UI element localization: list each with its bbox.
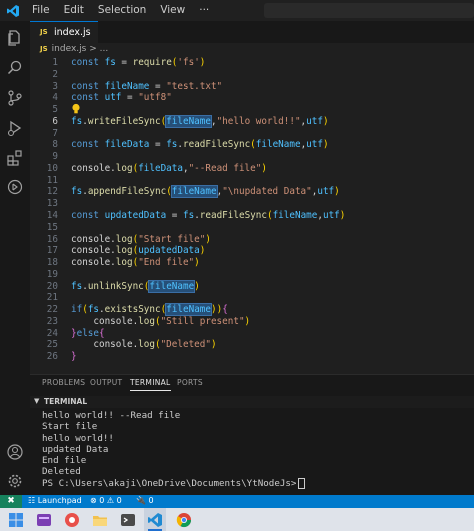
- extensions-icon[interactable]: [6, 149, 24, 167]
- terminal-line: Deleted: [42, 466, 81, 478]
- source-control-icon[interactable]: [6, 89, 24, 107]
- search-icon[interactable]: [6, 59, 24, 77]
- status-bar: ✖ ☷ Launchpad ⊗ 0 ⚠ 0 🔌 0: [0, 495, 474, 508]
- breadcrumb-symbols[interactable]: ...: [100, 44, 109, 54]
- code-line[interactable]: 26}: [30, 349, 474, 365]
- terminal-line: updated Data: [42, 443, 109, 455]
- onenote-app-icon[interactable]: [36, 512, 52, 528]
- line-number[interactable]: 26: [30, 349, 58, 365]
- vscode-app-icon[interactable]: [147, 512, 163, 528]
- code-text[interactable]: }: [71, 349, 77, 365]
- start-menu-icon[interactable]: [8, 512, 24, 528]
- menu-selection[interactable]: Selection: [98, 4, 146, 16]
- menu-more[interactable]: ···: [199, 4, 209, 16]
- warning-count: 0: [116, 496, 122, 505]
- command-center[interactable]: [264, 3, 474, 18]
- breadcrumb[interactable]: JS index.js > ...: [40, 44, 108, 54]
- tab-output[interactable]: OUTPUT: [90, 378, 122, 387]
- terminal-line: Start file: [42, 421, 98, 433]
- bottom-panel: PROBLEMS OUTPUT TERMINAL PORTS ▼ TERMINA…: [30, 374, 474, 495]
- remote-explorer-icon[interactable]: [6, 178, 24, 196]
- chrome-app-icon[interactable]: [176, 512, 192, 528]
- vscode-logo-icon: [7, 5, 19, 17]
- js-file-icon: JS: [40, 45, 48, 53]
- explorer-icon[interactable]: [6, 29, 24, 47]
- activity-bar: [0, 21, 30, 495]
- launchpad-label: Launchpad: [37, 496, 82, 505]
- settings-gear-icon[interactable]: [6, 472, 24, 490]
- terminal-output[interactable]: hello world!! --Read file Start file hello…: [42, 410, 306, 489]
- lightbulb-icon[interactable]: [71, 103, 81, 115]
- title-bar: File Edit Selection View ···: [0, 0, 474, 21]
- launchpad-status[interactable]: ☷ Launchpad: [28, 496, 82, 505]
- menu-view[interactable]: View: [160, 4, 185, 16]
- problems-status[interactable]: ⊗ 0 ⚠ 0: [90, 496, 122, 505]
- terminal-app-icon[interactable]: [120, 512, 136, 528]
- terminal-line: hello world!! --Read file: [42, 410, 181, 421]
- breadcrumb-file[interactable]: index.js: [52, 44, 87, 54]
- os-taskbar: [0, 508, 474, 531]
- tab-terminal[interactable]: TERMINAL: [130, 378, 171, 391]
- tab-ports[interactable]: PORTS: [177, 378, 203, 387]
- file-explorer-app-icon[interactable]: [92, 512, 108, 528]
- terminal-line: hello world!!: [42, 432, 114, 444]
- editor-area: JS index.js JS index.js > ... 1 const fs =…: [30, 21, 474, 374]
- account-icon[interactable]: [6, 443, 24, 461]
- terminal-section-title: TERMINAL: [44, 397, 88, 406]
- tab-index-js[interactable]: JS index.js: [30, 21, 98, 43]
- tab-label: index.js: [54, 27, 91, 38]
- menu-file[interactable]: File: [32, 4, 50, 16]
- editor-tab-bar: JS index.js: [30, 21, 474, 43]
- menu-edit[interactable]: Edit: [64, 4, 84, 16]
- js-file-icon: JS: [40, 28, 48, 36]
- chrome-canary-app-icon[interactable]: [64, 512, 80, 528]
- remote-indicator-icon[interactable]: ✖: [0, 495, 22, 508]
- terminal-line: End file: [42, 455, 87, 467]
- error-count: 0: [99, 496, 105, 505]
- run-debug-icon[interactable]: [6, 119, 24, 137]
- terminal-prompt: PS C:\Users\akaji\OneDrive\Documents\YtN…: [42, 477, 306, 489]
- terminal-section-header[interactable]: ▼ TERMINAL: [30, 396, 474, 408]
- ports-count: 0: [148, 496, 154, 505]
- ports-status[interactable]: 🔌 0: [136, 496, 154, 505]
- breadcrumb-separator: >: [89, 44, 97, 54]
- tab-problems[interactable]: PROBLEMS: [42, 378, 85, 387]
- chevron-down-icon: ▼: [34, 397, 40, 405]
- terminal-cursor: [298, 477, 306, 489]
- menu-bar: File Edit Selection View ···: [32, 4, 223, 16]
